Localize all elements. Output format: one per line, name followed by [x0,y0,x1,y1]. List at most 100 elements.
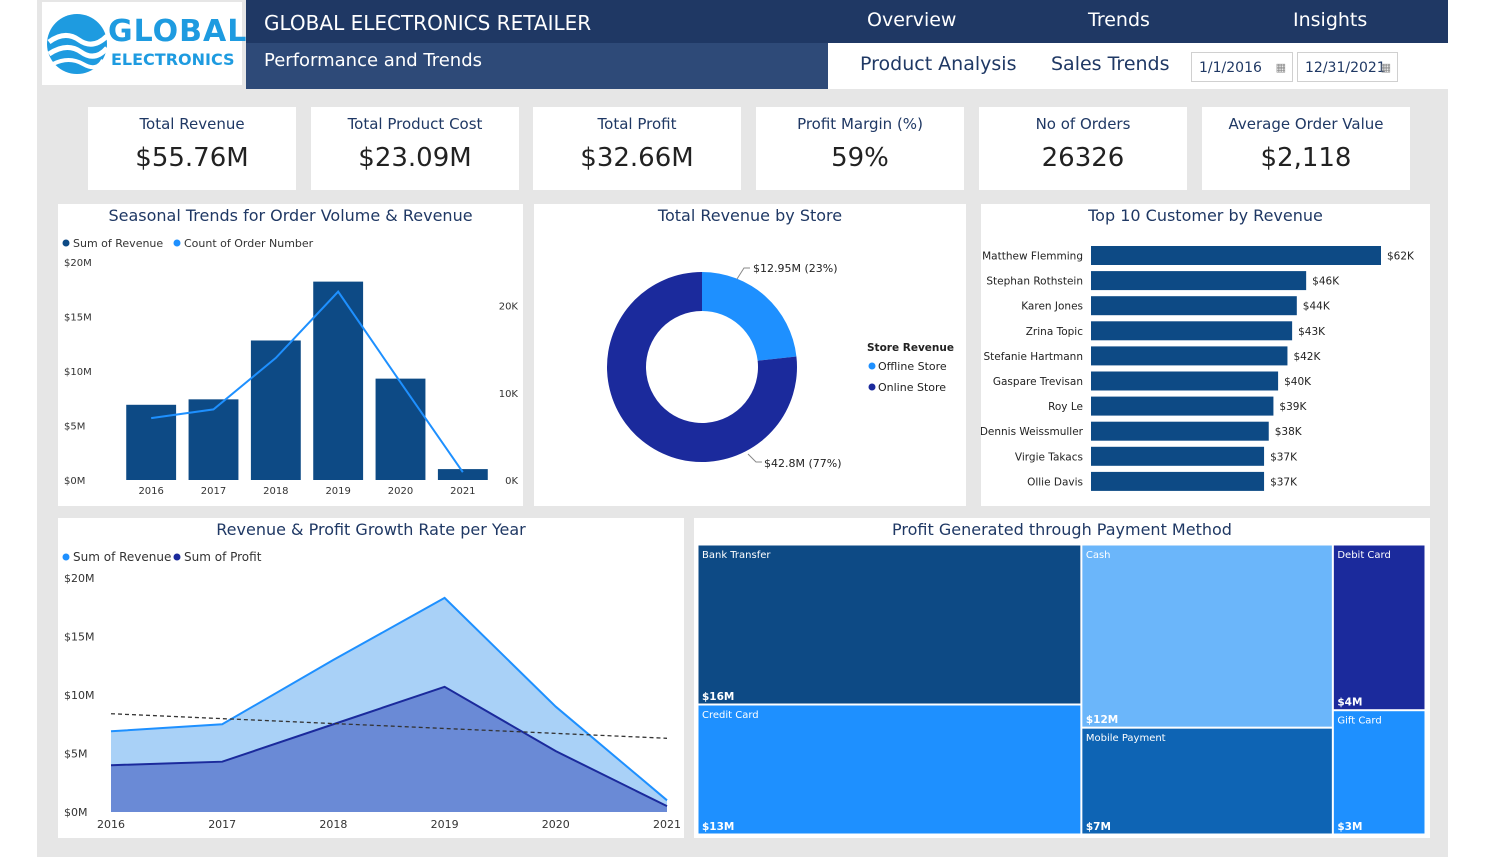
treemap-tile-value: $16M [702,691,734,703]
seasonal-trends-panel: Seasonal Trends for Order Volume & Reven… [58,204,523,506]
legend-swatch-orders [173,239,181,247]
customer-name: Roy Le [1048,401,1083,413]
x-tick-label: 2021 [450,486,475,497]
nav-trends[interactable]: Trends [1088,9,1150,31]
bar-value-label: $37K [1270,451,1298,463]
customer-name: Stefanie Hartmann [984,351,1083,363]
kpi-card-profit-margin: Profit Margin (%) 59% [756,107,964,190]
slice-label: $42.8M (77%) [764,457,842,470]
date-start-value: 1/1/2016 [1199,60,1262,76]
bar-value-label: $62K [1387,251,1415,263]
payment-method-panel: Profit Generated through Payment Method … [694,518,1430,838]
leader-line [747,453,762,463]
growth-area-chart: Sum of Revenue Sum of Profit $0M $5M $10M $15… [62,550,681,831]
y-tick-label: $5M [64,422,85,433]
logo-panel: GLOBAL ELECTRONICS [42,2,246,85]
y-tick-label: $0M [64,476,85,487]
kpi-label: Total Product Cost [347,115,483,133]
treemap-tile [697,544,1082,705]
bar-value-label: $40K [1284,376,1312,388]
legend-label: Sum of Profit [184,550,262,564]
y-right-tick-label: 20K [499,302,519,313]
nav-product-analysis[interactable]: Product Analysis [860,53,1016,75]
seasonal-chart: Sum of Revenue Count of Order Number $0M $5… [62,237,519,497]
kpi-label: Average Order Value [1228,115,1384,133]
leader-line [736,267,750,280]
y-tick-label: $5M [64,748,88,761]
customer-name: Ollie Davis [1027,476,1083,488]
kpi-value: 59% [831,143,889,173]
legend-swatch-revenue [62,553,70,561]
legend-swatch [868,383,876,391]
legend-label: Count of Order Number [184,237,314,250]
kpi-label: Total Revenue [139,115,245,133]
treemap-tile-name: Gift Card [1337,716,1381,727]
globe-logo-icon [47,14,109,74]
legend-label: Sum of Revenue [73,237,163,250]
date-end-value: 12/31/2021 [1305,60,1386,76]
nav-sales-trends[interactable]: Sales Trends [1051,53,1170,75]
calendar-icon[interactable]: ▦ [1381,53,1391,83]
donut-slice [702,272,797,361]
y-tick-label: $20M [64,258,92,269]
treemap-tile [1332,544,1426,711]
x-tick-label: 2016 [138,486,163,497]
bar-value-label: $42K [1293,351,1321,363]
logo-text-global: GLOBAL [108,14,248,49]
x-tick-label: 2018 [319,818,347,831]
legend-swatch-revenue [62,239,70,247]
treemap-tile-name: Debit Card [1337,550,1390,561]
treemap-tile-value: $7M [1086,821,1111,833]
y-tick-label: $15M [64,631,95,644]
y-tick-label: $10M [64,367,92,378]
legend-label: Sum of Revenue [73,550,171,564]
bar-value-label: $38K [1275,426,1303,438]
x-tick-label: 2019 [325,486,350,497]
customer-name: Stephan Rothstein [986,276,1083,288]
date-start-input[interactable]: 1/1/2016 ▦ [1191,52,1293,82]
payment-treemap: Bank Transfer $16M Credit Card $13M Cash $12M… [697,544,1426,835]
y-right-tick-label: 10K [499,389,519,400]
customer-name: Zrina Topic [1026,326,1083,338]
legend-title: Store Revenue [867,342,954,354]
kpi-value: $2,118 [1260,143,1352,173]
kpi-value: $23.09M [358,143,472,173]
x-tick-label: 2017 [201,486,226,497]
bar-customer-revenue [1091,346,1288,366]
treemap-tile [697,704,1082,835]
kpi-label: No of Orders [1035,115,1131,133]
bar-value-label: $46K [1312,276,1340,288]
page-subtitle: Performance and Trends [264,50,483,71]
kpi-value: 26326 [1041,143,1125,173]
x-tick-label: 2018 [263,486,288,497]
calendar-icon[interactable]: ▦ [1276,53,1286,83]
bar-value-label: $37K [1270,476,1298,488]
nav-overview[interactable]: Overview [867,9,956,31]
dashboard-canvas: GLOBAL ELECTRONICS GLOBAL ELECTRONICS RE… [37,0,1448,857]
x-tick-label: 2020 [542,818,570,831]
treemap-tile [1332,710,1426,835]
kpi-card-total-revenue: Total Revenue $55.76M [88,107,296,190]
kpi-label: Profit Margin (%) [797,115,923,133]
y-tick-label: $0M [64,806,88,819]
treemap-tile-value: $4M [1337,697,1362,709]
bar-customer-revenue [1091,321,1293,341]
bar-revenue [375,378,426,480]
date-end-input[interactable]: 12/31/2021 ▦ [1297,52,1398,82]
nav-insights[interactable]: Insights [1293,9,1367,31]
treemap-tile-name: Bank Transfer [702,550,771,561]
bar-customer-revenue [1091,271,1307,291]
bar-customer-revenue [1091,296,1297,316]
legend-swatch [868,362,876,370]
treemap-tile-name: Mobile Payment [1086,733,1166,744]
bar-customer-revenue [1091,396,1274,416]
legend-label: Offline Store [878,360,947,373]
treemap-tile-name: Cash [1086,550,1111,561]
treemap-tile-value: $3M [1337,821,1362,833]
customer-name: Karen Jones [1021,301,1083,313]
bar-value-label: $44K [1303,301,1331,313]
x-tick-label: 2017 [208,818,236,831]
kpi-card-total-profit: Total Profit $32.66M [533,107,741,190]
treemap-tile [1081,544,1333,728]
kpi-value: $55.76M [135,143,249,173]
